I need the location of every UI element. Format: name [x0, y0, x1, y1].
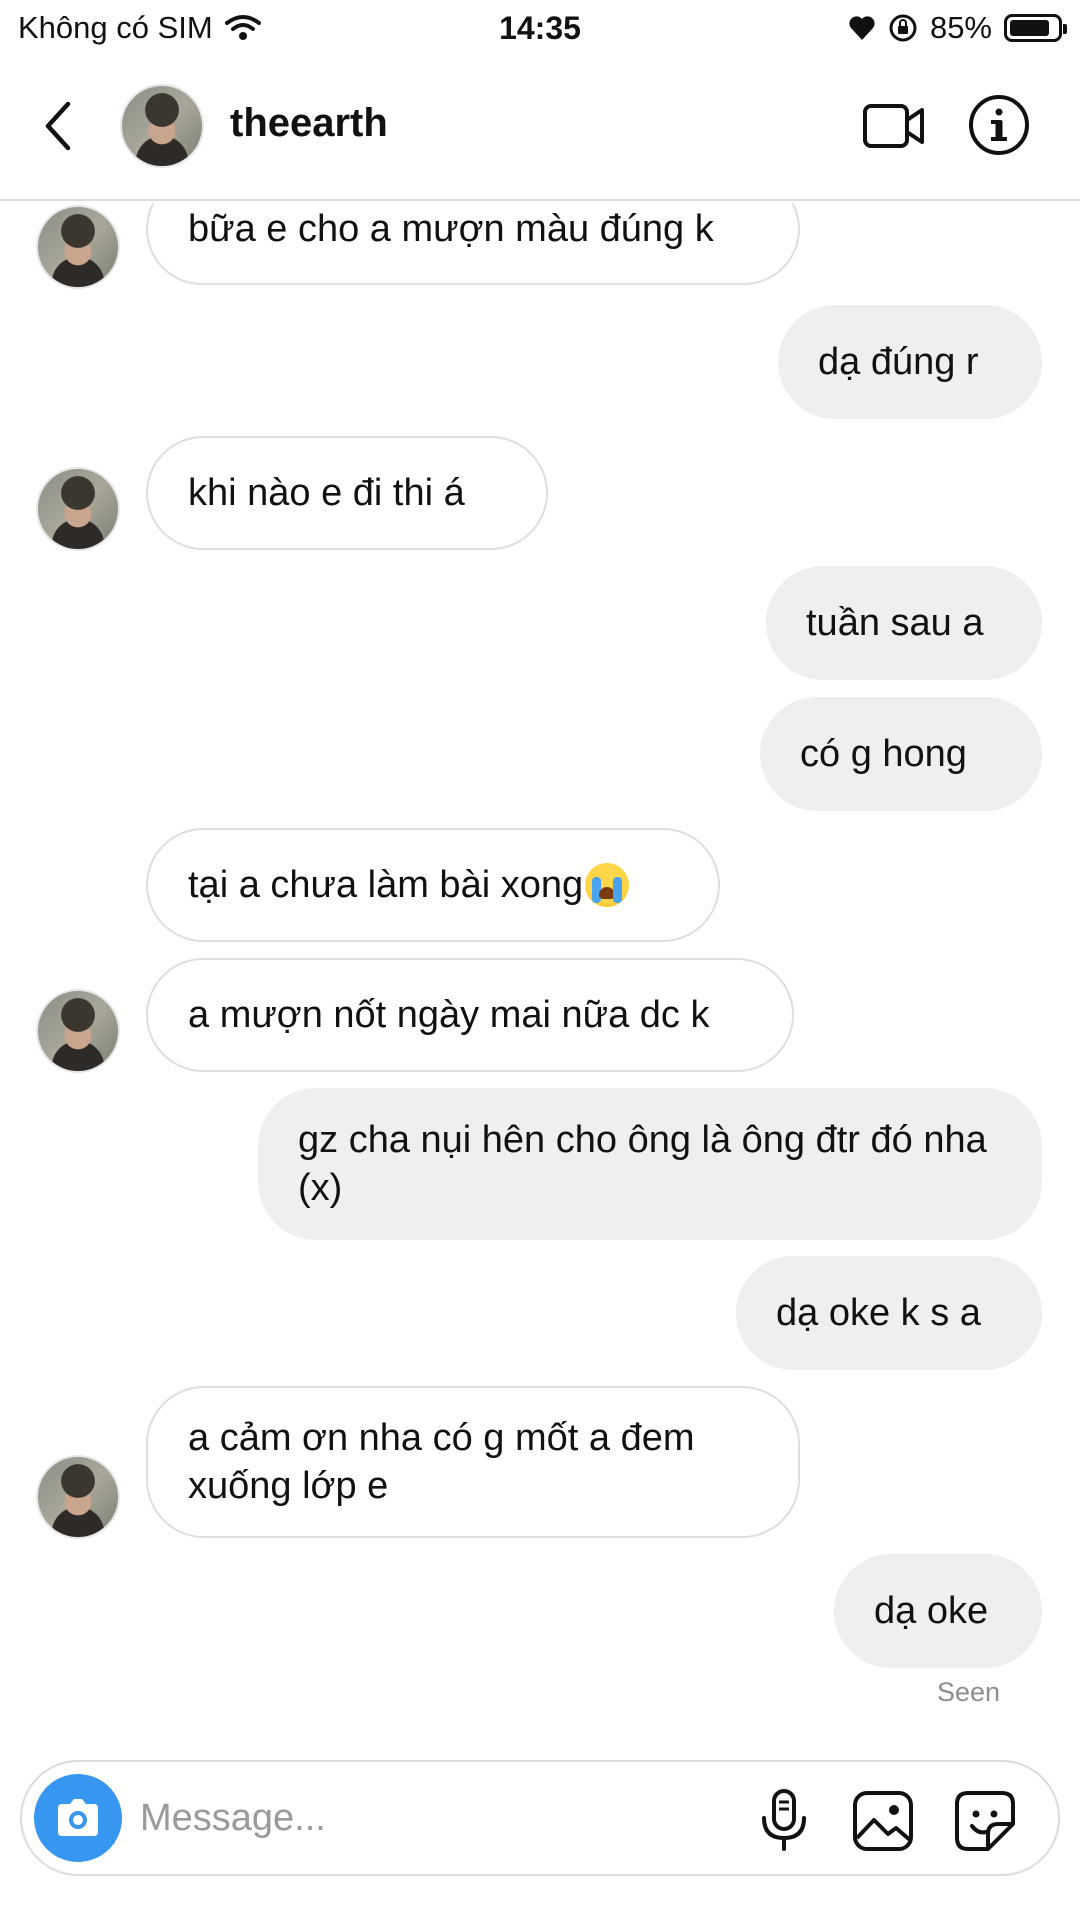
message-incoming[interactable]: khi nào e đi thi á: [146, 436, 548, 550]
sender-avatar: [36, 467, 120, 551]
back-chevron-icon: [45, 101, 71, 151]
battery-percent: 85%: [929, 10, 992, 45]
message-outgoing[interactable]: tuần sau a: [766, 566, 1042, 680]
gallery-button[interactable]: [852, 1790, 914, 1852]
info-icon: [969, 95, 1029, 155]
sticker-button[interactable]: [954, 1790, 1016, 1852]
message-outgoing[interactable]: có g hong: [760, 697, 1042, 811]
message-incoming[interactable]: a mượn nốt ngày mai nữa dc k: [146, 958, 794, 1072]
message-outgoing[interactable]: gz cha nụi hên cho ông là ông đtr đó nha…: [258, 1088, 1042, 1240]
video-call-icon: [863, 104, 924, 148]
message-text: có g hong: [800, 733, 967, 775]
status-right-group: 85%: [848, 10, 1067, 46]
message-text: dạ oke: [874, 1590, 989, 1632]
message-outgoing[interactable]: dạ đúng r: [778, 305, 1042, 419]
microphone-icon: [762, 1789, 806, 1851]
heart-icon: [849, 16, 875, 40]
message-incoming[interactable]: bữa e cho a mượn màu đúng k: [146, 203, 800, 285]
contact-avatar[interactable]: [120, 84, 204, 168]
orientation-lock-icon: [889, 14, 917, 42]
message-incoming[interactable]: tại a chưa làm bài xong: [146, 828, 720, 942]
battery-icon: [1004, 14, 1067, 42]
message-text: dạ oke k s a: [776, 1292, 981, 1334]
contact-username[interactable]: theearth: [230, 101, 388, 146]
dm-screen: Không có SIM 14:35 85% theearth bữa e ch…: [0, 0, 1080, 1920]
camera-button[interactable]: [34, 1774, 122, 1862]
chat-header: theearth: [0, 56, 1080, 201]
video-call-button[interactable]: [862, 100, 926, 152]
message-text: a mượn nốt ngày mai nữa dc k: [188, 994, 710, 1036]
sender-avatar: [36, 989, 120, 1073]
voice-message-button[interactable]: [754, 1788, 814, 1852]
sender-avatar: [36, 205, 120, 289]
message-text: tuần sau a: [806, 602, 984, 644]
status-bar: Không có SIM 14:35 85%: [0, 0, 1080, 56]
message-input[interactable]: [140, 1788, 740, 1848]
message-text: tại a chưa làm bài xong: [188, 864, 584, 906]
message-thread[interactable]: bữa e cho a mượn màu đúng k dạ đúng r kh…: [0, 203, 1080, 1753]
crying-face-icon: [585, 863, 630, 907]
gallery-icon: [853, 1791, 913, 1851]
message-text: a cảm ơn nha có g mốt a đem xuống lớp e: [188, 1417, 695, 1507]
message-text: bữa e cho a mượn màu đúng k: [188, 208, 714, 250]
message-composer: [20, 1760, 1060, 1876]
message-text: dạ đúng r: [818, 341, 979, 383]
info-button[interactable]: [968, 94, 1030, 156]
sender-avatar: [36, 1455, 120, 1539]
sticker-icon: [955, 1791, 1015, 1851]
message-incoming[interactable]: a cảm ơn nha có g mốt a đem xuống lớp e: [146, 1386, 800, 1538]
seen-indicator: Seen: [936, 1677, 1000, 1707]
message-outgoing[interactable]: dạ oke k s a: [736, 1256, 1042, 1370]
message-text: khi nào e đi thi á: [188, 472, 465, 514]
message-outgoing[interactable]: dạ oke: [834, 1554, 1042, 1668]
back-button[interactable]: [38, 98, 78, 154]
camera-icon: [58, 1799, 98, 1836]
message-text: gz cha nụi hên cho ông là ông đtr đó nha…: [298, 1119, 987, 1209]
battery-fill: [1010, 20, 1050, 36]
